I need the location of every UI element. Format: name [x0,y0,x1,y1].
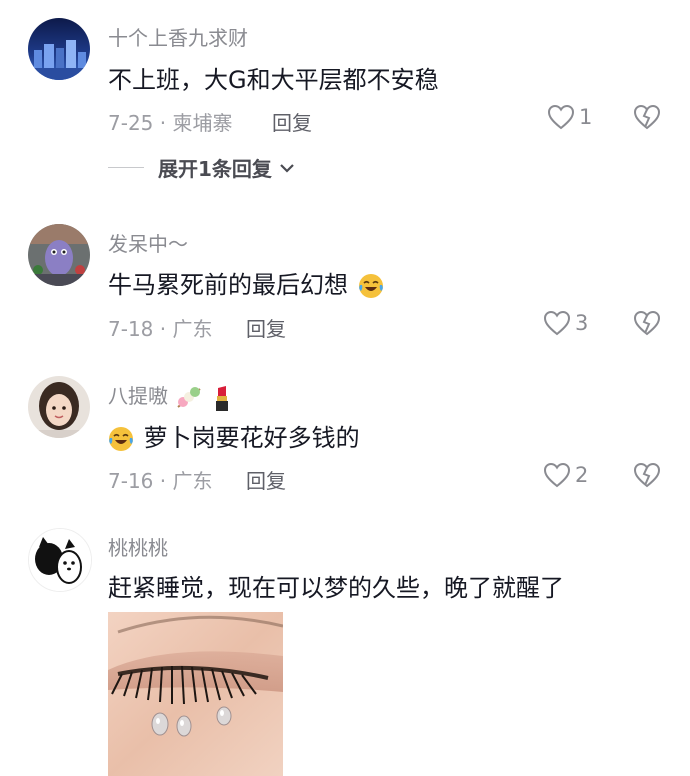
meta-separator: · [159,317,167,341]
like-button[interactable]: 1 [547,104,592,130]
heart-icon [543,462,571,488]
reply-button[interactable]: 回复 [246,465,286,494]
comment-meta: 7-16 · 广东 [108,465,212,494]
broken-heart-icon [633,462,661,488]
meta-separator: · [159,469,167,493]
dislike-button[interactable] [633,462,661,492]
expand-replies-button[interactable]: 展开1条回复 [108,153,296,182]
broken-heart-icon [633,310,661,336]
avatar[interactable] [28,376,90,438]
comment-location: 广东 [172,469,213,493]
avatar[interactable] [28,18,90,80]
like-count: 3 [575,311,589,335]
like-count: 2 [575,463,589,487]
username[interactable]: 八提嗷 [108,380,233,412]
comment-text-body: 牛马累死前的最后幻想 [108,271,348,299]
heart-icon [543,310,571,336]
expand-replies-label: 展开1条回复 [158,157,272,181]
comment-location: 柬埔寨 [172,111,233,135]
username-text: 八提嗷 [108,384,168,408]
crying-laughing-emoji [358,274,383,298]
heart-icon [547,104,575,130]
avatar[interactable] [28,528,92,592]
username[interactable]: 发呆中～ [108,228,188,257]
meta-separator: · [159,111,167,135]
dislike-button[interactable] [633,104,661,134]
divider [108,167,144,168]
comment-meta: 7-18 · 广东 [108,313,212,342]
comment-text: 赶紧睡觉，现在可以梦的久些，晚了就醒了 [108,574,564,602]
avatar[interactable] [28,224,90,286]
crying-eye-image[interactable] [108,612,283,776]
comment-text: 牛马累死前的最后幻想 [108,265,384,300]
crying-laughing-emoji [109,427,133,451]
chevron-down-icon [280,163,294,173]
broken-heart-icon [633,104,661,130]
like-count: 1 [579,105,593,129]
comment-date: 7-16 [108,469,154,493]
reply-button[interactable]: 回复 [272,107,312,136]
comment-date: 7-25 [108,111,154,135]
comment-text-body: 萝卜岗要花好多钱的 [143,424,360,452]
like-button[interactable]: 3 [543,310,588,336]
comment-location: 广东 [172,317,213,341]
comment-date: 7-18 [108,317,154,341]
like-button[interactable]: 2 [543,462,588,488]
dislike-button[interactable] [633,310,661,340]
comment-meta: 7-25 · 柬埔寨 [108,107,232,136]
comment-text: 不上班，大G和大平层都不安稳 [108,66,439,94]
comment-text: 萝卜岗要花好多钱的 [108,418,360,453]
dango-emoji [177,386,201,408]
username[interactable]: 十个上香九求财 [108,22,248,51]
username[interactable]: 桃桃桃 [108,532,168,561]
lipstick-emoji [215,385,228,411]
reply-button[interactable]: 回复 [246,313,286,342]
